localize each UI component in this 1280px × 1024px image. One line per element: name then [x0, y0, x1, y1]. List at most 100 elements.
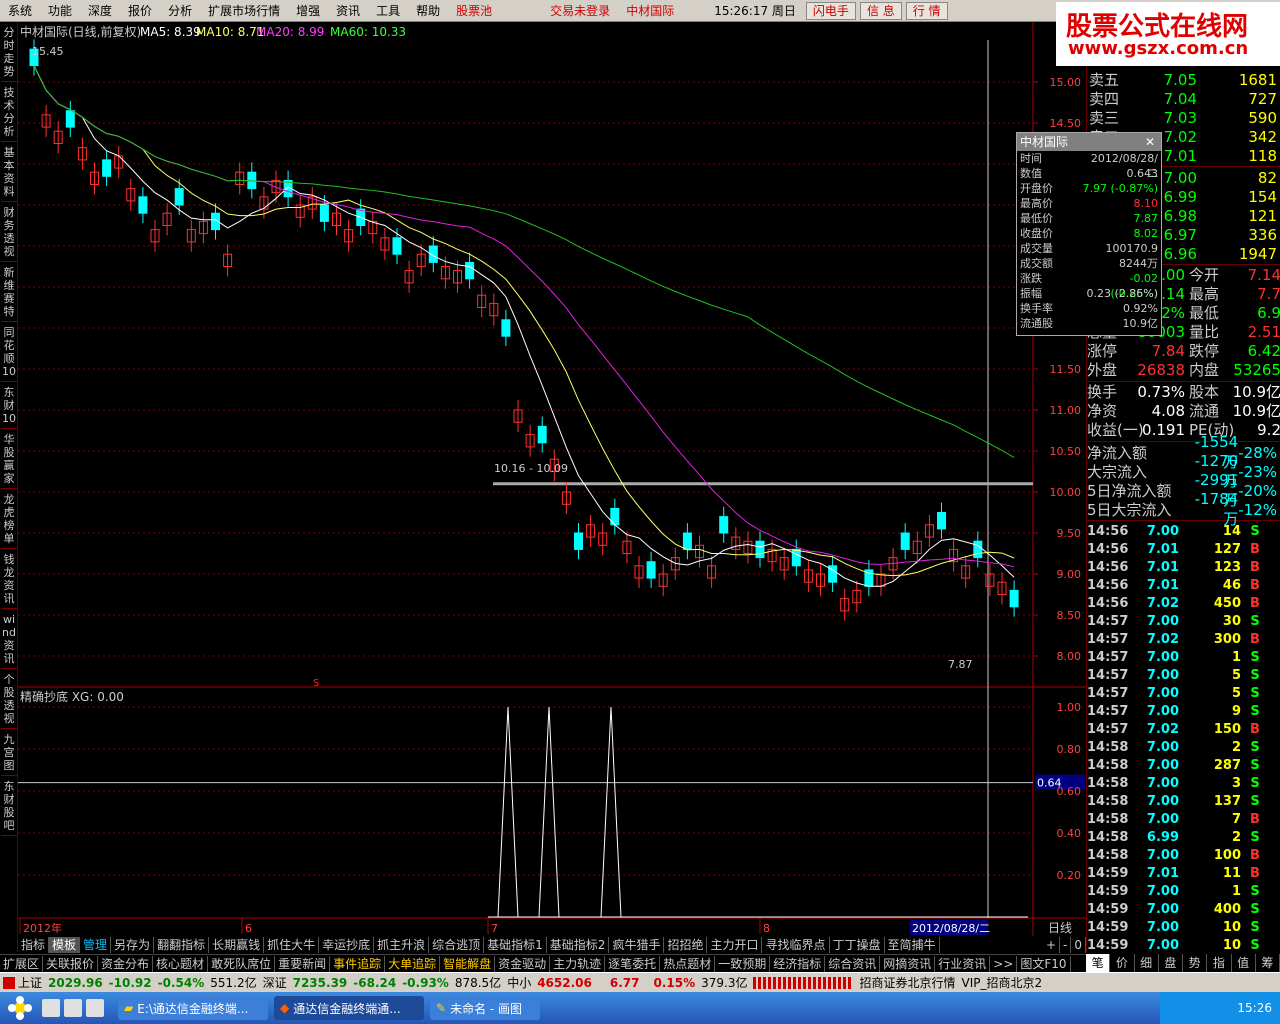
sell-level-row[interactable]: 卖五 7.05 1681 [1087, 70, 1280, 90]
sell-level-row[interactable]: 卖三 7.03 590 [1087, 108, 1280, 128]
extension-tab[interactable]: 核心题材 [153, 955, 209, 972]
extension-tab[interactable]: 热点题材 [660, 955, 716, 972]
right-tab[interactable]: 笔 [1086, 954, 1111, 972]
extension-tab[interactable]: 网摘资讯 [880, 955, 936, 972]
indicator-tab[interactable]: 综合逃顶 [429, 937, 485, 953]
extension-tab[interactable]: 主力轨迹 [550, 955, 606, 972]
menu-news[interactable]: 资讯 [328, 0, 368, 22]
task-explorer[interactable]: ▰ E:\通达信金融终端... [118, 996, 268, 1020]
indicator-tab[interactable]: 抓主升浪 [374, 937, 430, 953]
indicator-tab[interactable]: 招招绝 [664, 937, 708, 953]
extension-tab[interactable]: 逐笔委托 [605, 955, 661, 972]
indicator-tab[interactable]: 另存为 [111, 937, 155, 953]
extension-tab[interactable]: 行业资讯 [935, 955, 991, 972]
indicator-tab[interactable]: 模板 [49, 937, 81, 953]
left-tab-guba[interactable]: 东财股吧 [1, 777, 17, 836]
tooltip-row: 数值 0.643 [1017, 166, 1161, 181]
close-icon[interactable]: ✕ [1145, 133, 1155, 151]
left-tab-stock-view[interactable]: 个股透视 [1, 670, 17, 729]
indicator-tab[interactable]: 疯牛猎手 [609, 937, 665, 953]
right-tab[interactable]: 指 [1207, 954, 1232, 972]
extension-tab[interactable]: >> [990, 955, 1018, 972]
kline-chart-area[interactable]: 15.0014.5014.0013.5013.0012.5012.0011.50… [18, 22, 1086, 936]
menu-system[interactable]: 系统 [0, 0, 40, 22]
indicator-tab[interactable]: 基础指标1 [484, 937, 547, 953]
extension-tab[interactable]: 关联报价 [43, 955, 99, 972]
extension-tab[interactable]: 重要新闻 [275, 955, 331, 972]
menu-quote[interactable]: 报价 [120, 0, 160, 22]
menu-stock-pool[interactable]: 股票池 [448, 0, 500, 22]
menu-tools[interactable]: 工具 [368, 0, 408, 22]
tooltip-header[interactable]: 中材国际 ✕ [1017, 133, 1161, 151]
indicator-tab[interactable]: 翻翻指标 [154, 937, 210, 953]
left-tab-wind[interactable]: wind资讯 [1, 610, 17, 669]
indicator-tab[interactable]: 基础指标2 [547, 937, 610, 953]
menu-enhance[interactable]: 增强 [288, 0, 328, 22]
left-tab-xinwei[interactable]: 新维赛特 [1, 263, 17, 322]
right-tab[interactable]: 势 [1183, 954, 1208, 972]
extension-tab[interactable]: 资金驱动 [495, 955, 551, 972]
left-tab-technical[interactable]: 技术分析 [1, 83, 17, 142]
indicator-tab[interactable]: 抓住大牛 [264, 937, 320, 953]
menu-analysis[interactable]: 分析 [160, 0, 200, 22]
indicator-tab[interactable]: 管理 [80, 937, 112, 953]
left-tab-ninegrid[interactable]: 九宫图 [1, 730, 17, 776]
data-tooltip-window[interactable]: 中材国际 ✕ 时间 2012/08/28/二 数值 0.643 开盘价 7.97 (-0.8… [1016, 132, 1162, 336]
indicator-tab[interactable]: 至简捕牛 [885, 937, 940, 953]
indicator-tab[interactable]: 丁丁操盘 [830, 937, 885, 953]
start-button[interactable] [0, 992, 40, 1024]
tick-price: 6.99 [1146, 829, 1179, 845]
left-tab-lhb[interactable]: 龙虎榜单 [1, 490, 17, 549]
left-tab-basic[interactable]: 基本资料 [1, 143, 17, 202]
zoom-button[interactable]: + [1043, 937, 1061, 953]
indicator-tab[interactable]: 主力开口 [707, 937, 763, 953]
extension-tab[interactable]: 智能解盘 [440, 955, 496, 972]
task-tdx[interactable]: ◆ 通达信金融终端通... [274, 996, 424, 1020]
left-tab-huagu[interactable]: 华股赢家 [1, 430, 17, 489]
extension-tab[interactable]: 图文F10 [1017, 955, 1071, 972]
extension-tab[interactable]: 大单追踪 [385, 955, 441, 972]
left-tab-eastmoney[interactable]: 东财10 [1, 383, 17, 429]
price-tick-label: 14.50 [1050, 117, 1082, 130]
left-tab-intraday[interactable]: 分时走势 [1, 23, 17, 82]
extension-tab[interactable]: 一致预期 [715, 955, 771, 972]
extension-tab[interactable]: 敢死队席位 [208, 955, 276, 972]
tooltip-row: 最低价 7.87 [1017, 211, 1161, 226]
indicator-tab[interactable]: 幸运抄底 [319, 937, 375, 953]
right-tab[interactable]: 筹 [1256, 954, 1280, 972]
left-tab-ths[interactable]: 同花顺10 [1, 323, 17, 382]
flash-trade-button[interactable]: 闪电手 [805, 1, 856, 20]
task-paint[interactable]: ✎ 未命名 - 画图 [430, 996, 540, 1020]
right-tab[interactable]: 价 [1110, 954, 1135, 972]
left-tab-finance[interactable]: 财务透视 [1, 203, 17, 262]
menu-help[interactable]: 帮助 [408, 0, 448, 22]
indicator-tab[interactable]: 长期赢钱 [209, 937, 265, 953]
extension-tab[interactable]: 事件追踪 [330, 955, 386, 972]
zoom-button[interactable]: - [1060, 937, 1072, 953]
extension-tab[interactable]: 综合资讯 [825, 955, 881, 972]
tick-price: 7.01 [1146, 559, 1179, 575]
right-tab[interactable]: 细 [1135, 954, 1159, 972]
zoom-button[interactable]: 0 [1071, 937, 1086, 953]
sell-level-row[interactable]: 卖四 7.04 727 [1087, 89, 1280, 109]
right-tab[interactable]: 值 [1232, 954, 1256, 972]
quicklaunch-ie-icon[interactable] [42, 999, 60, 1017]
quicklaunch-app-icon[interactable] [86, 999, 104, 1017]
menu-function[interactable]: 功能 [40, 0, 80, 22]
extension-tab[interactable]: 资金分布 [98, 955, 154, 972]
right-tab[interactable]: 盘 [1159, 954, 1183, 972]
tick-volume: 123 [1213, 559, 1241, 575]
menu-depth[interactable]: 深度 [80, 0, 120, 22]
extension-tab[interactable]: 经济指标 [770, 955, 826, 972]
trade-login-status[interactable]: 交易未登录 [542, 0, 618, 22]
kline-chart-svg[interactable]: 15.0014.5014.0013.5013.0012.5012.0011.50… [18, 22, 1086, 936]
indicator-tab[interactable]: 指标 [18, 937, 50, 953]
left-tab-qianlong[interactable]: 钱龙资讯 [1, 550, 17, 609]
market-button[interactable]: 行 情 [905, 1, 948, 20]
quicklaunch-desktop-icon[interactable] [64, 999, 82, 1017]
menu-ext-market[interactable]: 扩展市场行情 [200, 0, 288, 22]
extension-tab[interactable]: 扩展区 [0, 955, 44, 972]
level-price: 7.03 [1163, 108, 1197, 127]
info-button[interactable]: 信 息 [859, 1, 902, 20]
indicator-tab[interactable]: 寻找临界点 [762, 937, 830, 953]
